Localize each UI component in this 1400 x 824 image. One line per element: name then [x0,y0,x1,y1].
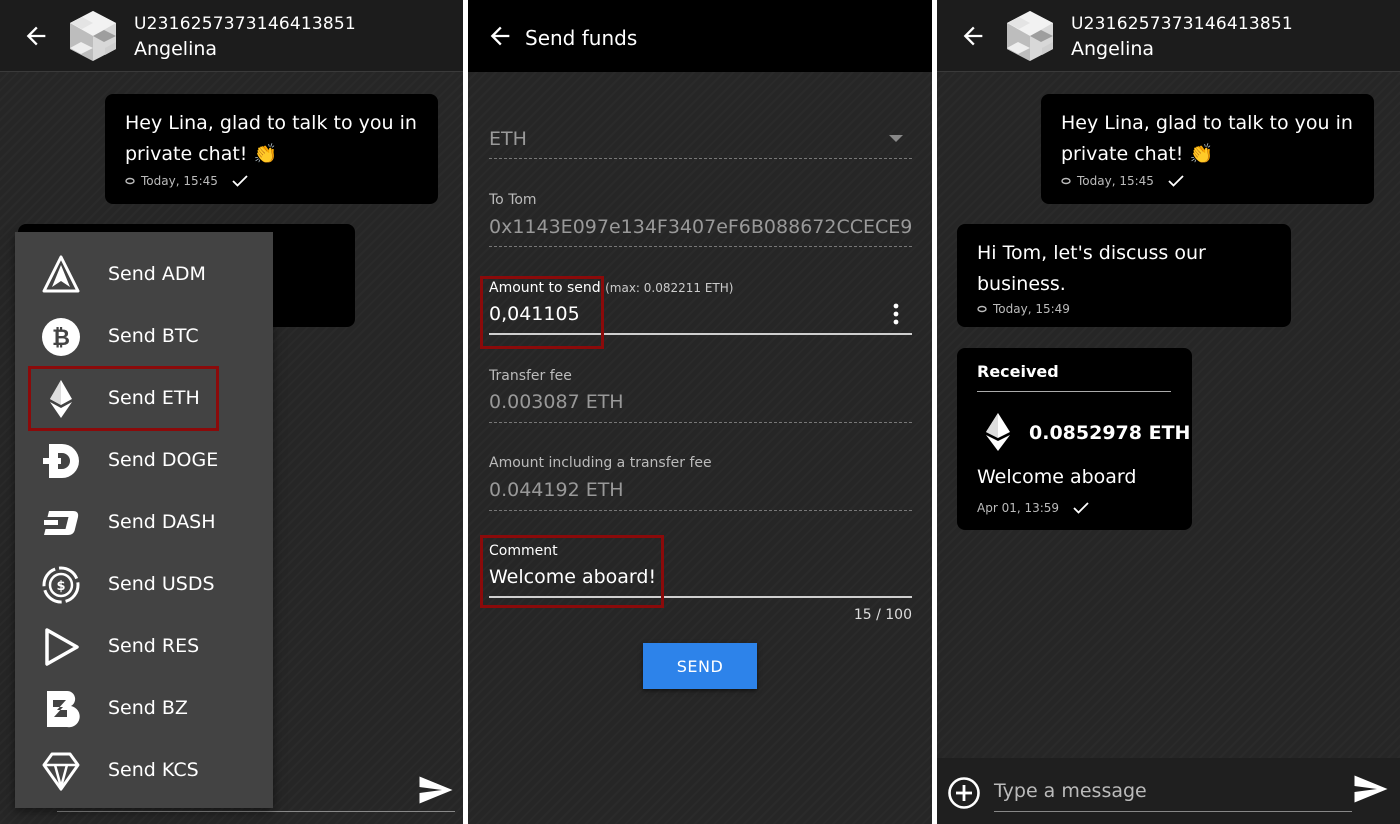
dash-icon [44,511,79,535]
menu-item-send-res[interactable]: Send RES [15,615,273,677]
recipient-address[interactable]: 0x1143E097e134F3407eF6B088672CCECE9A4F [489,216,912,238]
recipient-label: To Tom [489,192,537,208]
message-bubble-outgoing[interactable]: Hey Lina, glad to talk to you in private… [1041,94,1374,204]
total-value: 0.044192 ETH [489,479,624,501]
chat-header: U2316257373146413851 Angelina [937,0,1400,72]
highlight-amount [480,276,604,349]
back-arrow-icon[interactable] [22,22,50,50]
add-attachment-icon[interactable] [947,776,981,810]
message-meta: Today, 15:45 [125,174,248,188]
divider [489,246,912,247]
amount-max: (max: 0.082211 ETH) [605,281,734,295]
divider [977,391,1171,392]
back-arrow-icon[interactable] [486,22,514,50]
check-icon [1168,175,1184,187]
chat-user-name: Angelina [134,38,218,60]
divider [489,158,912,159]
message-meta: Today, 15:45 [1061,174,1184,188]
menu-item-send-dash[interactable]: Send DASH [15,491,273,553]
link-icon [125,177,135,185]
message-text: Hey Lina, glad to talk to you in private… [1061,112,1353,165]
menu-item-send-doge[interactable]: Send DOGE [15,429,273,491]
link-icon [977,305,987,313]
message-input[interactable] [57,811,455,812]
chat-screen-received: U2316257373146413851 Angelina Hey Lina, … [937,0,1400,824]
check-icon [232,175,248,187]
message-bubble-incoming[interactable]: Hi Tom, let's discuss our business. Toda… [957,224,1291,327]
message-input-bar: Type a message [937,758,1400,824]
message-text: Hey Lina, glad to talk to you in private… [125,112,417,165]
send-button[interactable]: SEND [643,643,757,689]
svg-text:₿: ₿ [52,326,70,351]
send-funds-header: Send funds [468,0,932,72]
send-funds-screen: Send funds ETH To Tom 0x1143E097e134F340… [468,0,932,824]
menu-item-send-adm[interactable]: Send ADM [15,243,273,305]
comment-counter: 15 / 100 [853,607,912,623]
message-text: Hi Tom, let's discuss our business. [977,242,1206,295]
received-comment: Welcome aboard [977,466,1137,488]
received-title: Received [977,362,1059,381]
highlight-comment [480,535,664,608]
message-meta: Today, 15:49 [977,302,1070,316]
dropdown-caret-icon[interactable] [889,135,903,142]
divider [489,422,912,423]
page-title: Send funds [525,26,638,50]
svg-text:$: $ [56,579,65,594]
chat-user-id: U2316257373146413851 [134,14,356,34]
fee-value: 0.003087 ETH [489,391,624,413]
fee-label: Transfer fee [489,368,572,384]
bitz-icon [47,690,80,728]
avatar[interactable] [1005,10,1055,62]
adamant-icon [42,255,80,293]
highlight-send-eth [28,366,219,431]
menu-item-send-btc[interactable]: ₿ Send BTC [15,305,273,367]
send-icon[interactable] [1353,774,1389,804]
ethereum-icon [986,413,1010,451]
bitcoin-icon: ₿ [42,318,80,356]
currency-select[interactable]: ETH [489,128,912,150]
menu-item-send-usds[interactable]: $ Send USDS [15,553,273,615]
send-icon[interactable] [418,775,454,805]
check-icon [1073,502,1089,514]
input-underline [994,811,1352,812]
kucoin-icon [42,752,80,791]
send-crypto-menu: Send ADM ₿ Send BTC Send ETH Send DOGE S… [15,232,273,808]
message-meta: Apr 01, 13:59 [977,501,1089,515]
more-options-icon[interactable] [892,303,900,325]
usds-icon: $ [42,566,80,604]
dogecoin-icon [43,444,79,478]
chat-header: U2316257373146413851 Angelina [0,0,463,72]
back-arrow-icon[interactable] [959,22,987,50]
chat-user-name: Angelina [1071,38,1155,60]
total-label: Amount including a transfer fee [489,455,712,471]
message-bubble-outgoing[interactable]: Hey Lina, glad to talk to you in private… [105,94,438,204]
avatar[interactable] [68,10,118,62]
menu-item-send-bz[interactable]: Send BZ [15,677,273,739]
message-input[interactable]: Type a message [994,780,1147,802]
resfinex-icon [45,628,79,666]
chat-user-id: U2316257373146413851 [1071,14,1293,34]
chat-screen-menu: U2316257373146413851 Angelina Hey Lina, … [0,0,463,824]
menu-item-send-kcs[interactable]: Send KCS [15,739,273,801]
received-transfer-card[interactable]: Received 0.0852978 ETH Welcome aboard Ap… [957,348,1192,530]
link-icon [1061,177,1071,185]
received-amount: 0.0852978 ETH [1029,422,1191,444]
divider [489,510,912,511]
